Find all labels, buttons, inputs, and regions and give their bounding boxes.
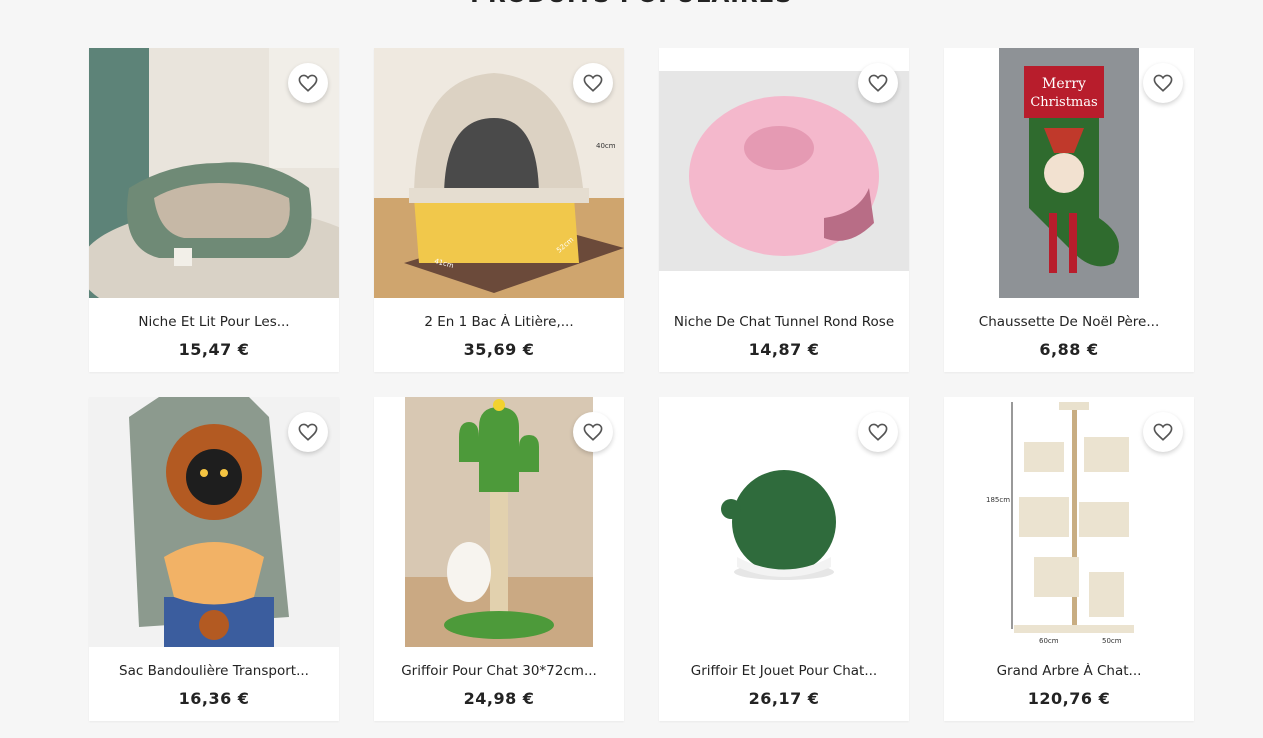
product-price: 26,17 € bbox=[748, 689, 820, 708]
product-price: 24,98 € bbox=[463, 689, 535, 708]
product-card[interactable]: Griffoir Et Jouet Pour Chat... 26,17 € bbox=[659, 397, 909, 721]
product-card[interactable]: Niche De Chat Tunnel Rond Rose 14,87 € bbox=[659, 48, 909, 372]
product-name[interactable]: Griffoir Pour Chat 30*72cm... bbox=[374, 663, 624, 679]
product-price: 15,47 € bbox=[178, 340, 250, 359]
wishlist-button[interactable] bbox=[288, 63, 328, 103]
product-image[interactable] bbox=[89, 397, 339, 647]
heart-outline-icon bbox=[1153, 74, 1173, 92]
product-card[interactable]: Niche Et Lit Pour Les... 15,47 € bbox=[89, 48, 339, 372]
wishlist-button[interactable] bbox=[288, 412, 328, 452]
product-image[interactable] bbox=[659, 397, 909, 647]
product-price: 120,76 € bbox=[1027, 689, 1111, 708]
product-image[interactable] bbox=[659, 48, 909, 298]
wishlist-button[interactable] bbox=[1143, 63, 1183, 103]
product-name[interactable]: Niche De Chat Tunnel Rond Rose bbox=[659, 314, 909, 330]
product-grid: Niche Et Lit Pour Les... 15,47 € 40cm 41… bbox=[89, 48, 1194, 721]
product-image[interactable]: 40cm 41cm 52cm bbox=[374, 48, 624, 298]
product-price: 35,69 € bbox=[463, 340, 535, 359]
product-card[interactable]: Griffoir Pour Chat 30*72cm... 24,98 € bbox=[374, 397, 624, 721]
product-image[interactable]: 185cm 60cm 50cm bbox=[944, 397, 1194, 647]
product-image[interactable] bbox=[374, 397, 624, 647]
stocking-text-1: Merry bbox=[1042, 76, 1086, 92]
heart-outline-icon bbox=[583, 74, 603, 92]
wishlist-button[interactable] bbox=[1143, 412, 1183, 452]
stocking-text-2: Christmas bbox=[1030, 95, 1097, 110]
product-name[interactable]: Chaussette De Noël Père... bbox=[944, 314, 1194, 330]
tree-base-depth-label: 50cm bbox=[1102, 637, 1122, 645]
product-name[interactable]: Sac Bandoulière Transport... bbox=[89, 663, 339, 679]
product-card[interactable]: Sac Bandoulière Transport... 16,36 € bbox=[89, 397, 339, 721]
product-name[interactable]: 2 En 1 Bac À Litière,... bbox=[374, 314, 624, 330]
heart-outline-icon bbox=[583, 423, 603, 441]
product-price: 14,87 € bbox=[748, 340, 820, 359]
product-image[interactable] bbox=[89, 48, 339, 298]
heart-outline-icon bbox=[298, 423, 318, 441]
tree-height-label: 185cm bbox=[986, 496, 1010, 504]
product-image[interactable]: Merry Christmas bbox=[944, 48, 1194, 298]
product-name[interactable]: Griffoir Et Jouet Pour Chat... bbox=[659, 663, 909, 679]
product-name[interactable]: Niche Et Lit Pour Les... bbox=[89, 314, 339, 330]
heart-outline-icon bbox=[868, 74, 888, 92]
heart-outline-icon bbox=[868, 423, 888, 441]
dimension-height: 40cm bbox=[596, 142, 616, 150]
wishlist-button[interactable] bbox=[858, 412, 898, 452]
tree-base-width-label: 60cm bbox=[1039, 637, 1059, 645]
product-card[interactable]: 40cm 41cm 52cm 2 En 1 Bac À Litière,... … bbox=[374, 48, 624, 372]
product-name[interactable]: Grand Arbre À Chat... bbox=[944, 663, 1194, 679]
product-card[interactable]: 185cm 60cm 50cm Grand Arbre À Chat... 12… bbox=[944, 397, 1194, 721]
wishlist-button[interactable] bbox=[573, 412, 613, 452]
heart-outline-icon bbox=[1153, 423, 1173, 441]
wishlist-button[interactable] bbox=[858, 63, 898, 103]
heart-outline-icon bbox=[298, 74, 318, 92]
product-price: 16,36 € bbox=[178, 689, 250, 708]
section-title: Produits populaires bbox=[0, 0, 1263, 8]
product-price: 6,88 € bbox=[1039, 340, 1099, 359]
wishlist-button[interactable] bbox=[573, 63, 613, 103]
product-card[interactable]: Merry Christmas Chaussette De Noël Père.… bbox=[944, 48, 1194, 372]
